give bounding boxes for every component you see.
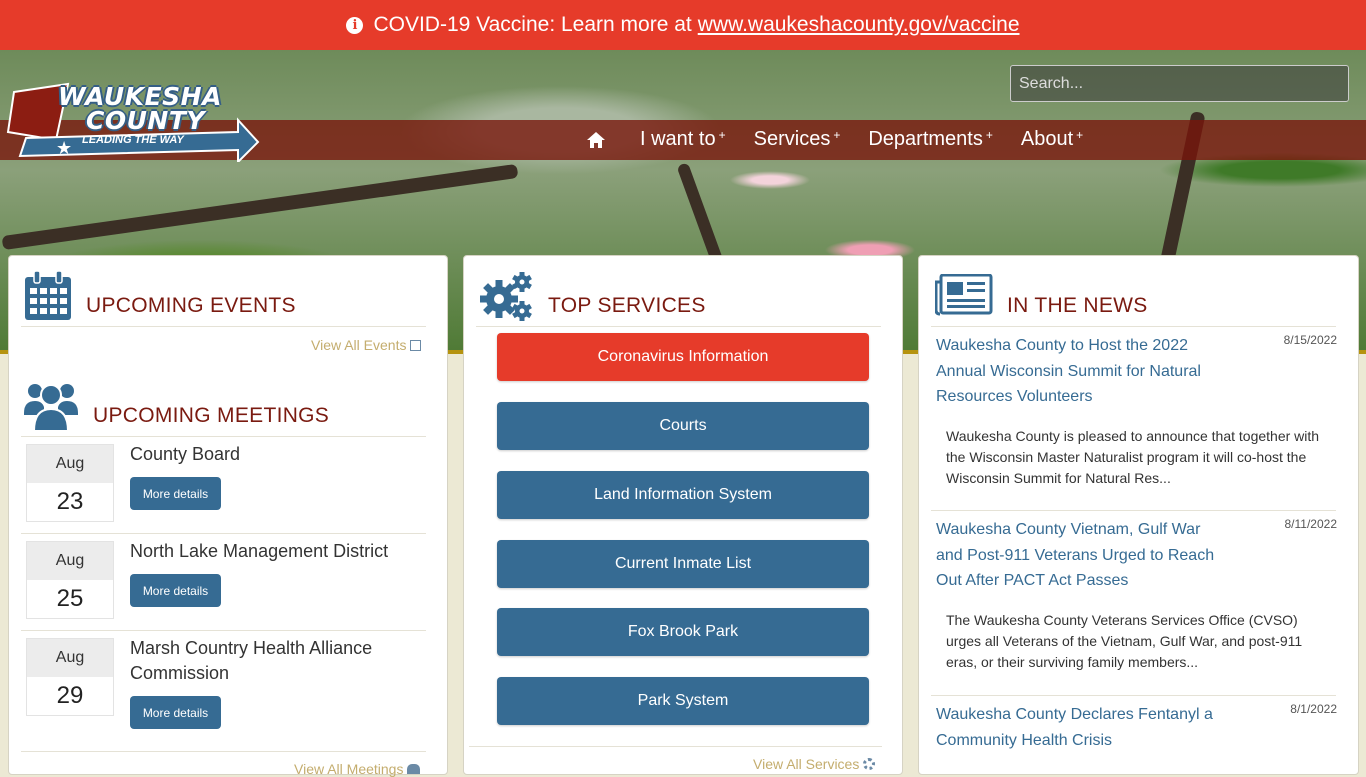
nav-label: About bbox=[1020, 128, 1074, 150]
gears-icon bbox=[480, 272, 532, 321]
divider bbox=[21, 751, 426, 752]
top-services-title: TOP SERVICES bbox=[548, 294, 706, 317]
home-icon[interactable] bbox=[586, 130, 606, 150]
upcoming-meetings-title: UPCOMING MEETINGS bbox=[93, 404, 330, 427]
view-all-events-label: View All Events bbox=[311, 337, 407, 353]
expand-plus-icon: + bbox=[1076, 128, 1084, 142]
current-inmate-list-button[interactable]: Current Inmate List bbox=[497, 540, 869, 588]
meeting-title: County Board bbox=[130, 444, 241, 464]
divider bbox=[931, 326, 1336, 327]
courts-button[interactable]: Courts bbox=[497, 402, 869, 450]
divider bbox=[931, 510, 1336, 511]
meeting-month: Aug bbox=[27, 542, 113, 580]
divider bbox=[21, 533, 426, 534]
upcoming-events-title: UPCOMING EVENTS bbox=[86, 294, 296, 317]
more-details-button[interactable]: More details bbox=[130, 477, 221, 510]
park-system-button[interactable]: Park System bbox=[497, 677, 869, 725]
expand-plus-icon: + bbox=[833, 128, 841, 142]
divider bbox=[21, 436, 426, 437]
view-all-meetings-label: View All Meetings bbox=[294, 761, 404, 777]
branch-decoration bbox=[1, 163, 519, 251]
meeting-month: Aug bbox=[27, 445, 113, 483]
vaccine-link[interactable]: www.waukeshacounty.gov/vaccine bbox=[698, 13, 1020, 37]
info-icon: i bbox=[346, 16, 364, 34]
news-summary: Waukesha County is pleased to announce t… bbox=[946, 428, 1320, 486]
meeting-date: Aug 25 bbox=[26, 541, 114, 619]
news-title-link[interactable]: Waukesha County Declares Fentanyl a Comm… bbox=[936, 702, 1226, 753]
news-date: 8/1/2022 bbox=[1290, 702, 1337, 716]
meeting-day: 29 bbox=[56, 682, 84, 709]
view-all-services-label: View All Services bbox=[753, 756, 860, 772]
view-all-meetings-link[interactable]: View All Meetings bbox=[294, 761, 421, 777]
meeting-title: Marsh Country Health Alliance Commission bbox=[130, 638, 373, 683]
news-panel: IN THE NEWS Waukesha County to Host the … bbox=[918, 255, 1359, 775]
nav-item-services[interactable]: Services + bbox=[754, 128, 841, 151]
svg-text:★: ★ bbox=[56, 138, 72, 159]
expand-plus-icon: + bbox=[718, 128, 726, 142]
news-summary: The Waukesha County Veterans Services Of… bbox=[946, 612, 1303, 670]
meeting-day: 25 bbox=[56, 585, 84, 612]
top-services-panel: TOP SERVICES Coronavirus Information Cou… bbox=[463, 255, 903, 775]
divider bbox=[931, 695, 1336, 696]
search-input[interactable] bbox=[1010, 65, 1349, 102]
more-details-button[interactable]: More details bbox=[130, 574, 221, 607]
news-date: 8/11/2022 bbox=[1284, 517, 1338, 531]
nav-item-about[interactable]: About + bbox=[1021, 128, 1083, 151]
nav-item-departments[interactable]: Departments + bbox=[868, 128, 993, 151]
nav-label: Departments bbox=[868, 128, 983, 150]
people-group-icon bbox=[24, 384, 78, 431]
meeting-month: Aug bbox=[27, 639, 113, 677]
logo-text-county: COUNTY bbox=[86, 106, 205, 135]
nav-label: I want to bbox=[640, 128, 716, 150]
divider bbox=[476, 326, 881, 327]
view-all-events-link[interactable]: View All Events bbox=[311, 337, 422, 353]
divider bbox=[21, 630, 426, 631]
main-nav: I want to + Services + Departments + About + bbox=[586, 128, 1111, 151]
events-meetings-panel: UPCOMING EVENTS View All Events UPCOMING… bbox=[8, 255, 448, 777]
divider bbox=[21, 326, 426, 327]
nav-item-i-want-to[interactable]: I want to + bbox=[640, 128, 726, 151]
view-all-services-link[interactable]: View All Services bbox=[753, 756, 876, 772]
fox-brook-park-button[interactable]: Fox Brook Park bbox=[497, 608, 869, 656]
alert-text: COVID-19 Vaccine: Learn more at bbox=[373, 13, 692, 36]
coronavirus-information-button[interactable]: Coronavirus Information bbox=[497, 333, 869, 381]
expand-plus-icon: + bbox=[985, 128, 993, 142]
covid-alert-bar: i COVID-19 Vaccine: Learn more at www.wa… bbox=[0, 0, 1366, 50]
calendar-icon bbox=[25, 271, 71, 320]
meeting-date: Aug 29 bbox=[26, 638, 114, 716]
meeting-title: North Lake Management District bbox=[130, 541, 389, 561]
news-title-link[interactable]: Waukesha County to Host the 2022 Annual … bbox=[936, 333, 1226, 410]
calendar-small-icon bbox=[410, 339, 422, 351]
meeting-day: 23 bbox=[56, 488, 84, 515]
more-details-button[interactable]: More details bbox=[130, 696, 221, 729]
gears-small-icon bbox=[863, 758, 876, 770]
divider bbox=[469, 746, 882, 747]
logo-tagline: LEADING THE WAY bbox=[82, 134, 184, 146]
news-date: 8/15/2022 bbox=[1283, 333, 1337, 347]
land-information-system-button[interactable]: Land Information System bbox=[497, 471, 869, 519]
people-small-icon bbox=[407, 764, 421, 774]
meeting-date: Aug 23 bbox=[26, 444, 114, 522]
nav-label: Services bbox=[753, 128, 831, 150]
in-the-news-title: IN THE NEWS bbox=[1007, 294, 1148, 317]
county-logo[interactable]: ★ WAUKESHA COUNTY LEADING THE WAY bbox=[6, 80, 260, 162]
news-title-link[interactable]: Waukesha County Vietnam, Gulf War and Po… bbox=[936, 517, 1226, 594]
newspaper-icon bbox=[935, 274, 993, 316]
